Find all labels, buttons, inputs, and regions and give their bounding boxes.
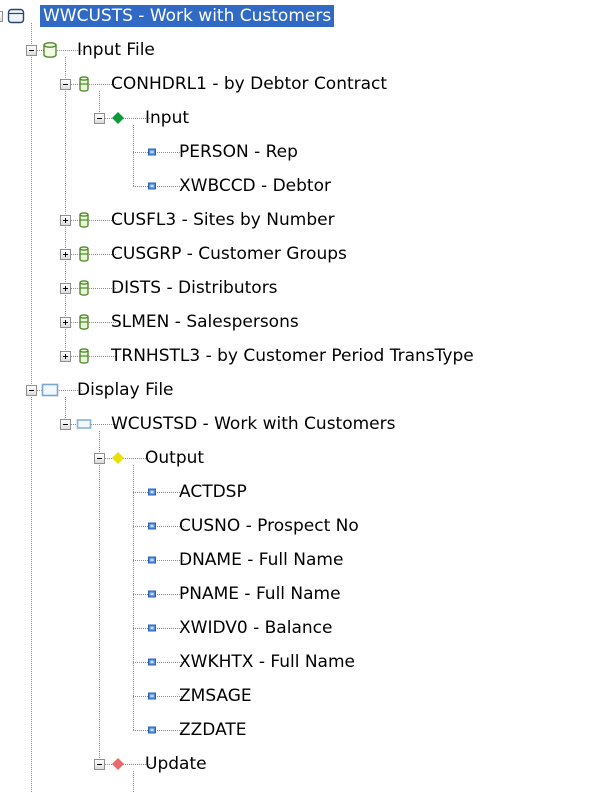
file-cylinder-icon xyxy=(75,245,93,263)
field-icon xyxy=(143,517,161,535)
tree-node-xwbccd[interactable]: XWBCCD - Debtor xyxy=(0,171,589,201)
tree-node-label: Input File xyxy=(77,40,155,60)
tree-node-label: ACTDSP xyxy=(179,482,247,502)
tree-node-actdsp[interactable]: ACTDSP xyxy=(0,477,589,507)
tree-node-label: Update xyxy=(145,754,207,774)
tree-node-label: WWCUSTS - Work with Customers xyxy=(40,5,335,27)
tree-node-xwkhtx[interactable]: XWKHTX - Full Name xyxy=(0,647,589,677)
field-icon xyxy=(143,653,161,671)
expand-toggle[interactable] xyxy=(60,215,71,226)
collapse-toggle[interactable] xyxy=(94,453,105,464)
file-cylinder-icon xyxy=(75,313,93,331)
tree-node-zmsage[interactable]: ZMSAGE xyxy=(0,681,589,711)
tree-node-conhdrl1[interactable]: CONHDRL1 - by Debtor Contract xyxy=(0,69,589,99)
tree-node-label: TRNHSTL3 - by Customer Period TransType xyxy=(111,346,474,366)
yellow-diamond-icon xyxy=(109,449,127,467)
tree-node-label: CUSFL3 - Sites by Number xyxy=(111,210,335,230)
collapse-toggle[interactable] xyxy=(94,759,105,770)
tree-node-output[interactable]: Output xyxy=(0,443,589,473)
tree-node-xwidv0[interactable]: XWIDV0 - Balance xyxy=(0,613,589,643)
collapse-toggle[interactable] xyxy=(0,11,3,22)
tree-node-label: SLMEN - Salespersons xyxy=(111,312,299,332)
tree-node-label: DNAME - Full Name xyxy=(179,550,344,570)
collapse-toggle[interactable] xyxy=(94,113,105,124)
file-cylinder-icon xyxy=(75,279,93,297)
expand-toggle[interactable] xyxy=(60,249,71,260)
field-icon xyxy=(143,551,161,569)
tree-node-label: PNAME - Full Name xyxy=(179,584,341,604)
tree-node-label: Input xyxy=(145,108,190,128)
collapse-toggle[interactable] xyxy=(26,385,37,396)
tree-node-zzdate[interactable]: ZZDATE xyxy=(0,715,589,745)
tree-node-label: Output xyxy=(145,448,205,468)
display-format-icon xyxy=(75,415,93,433)
field-icon xyxy=(143,721,161,739)
collapse-toggle[interactable] xyxy=(60,79,71,90)
collapse-toggle[interactable] xyxy=(60,419,71,430)
tree-node-cusno[interactable]: CUSNO - Prospect No xyxy=(0,511,589,541)
display-icon xyxy=(41,381,59,399)
tree-node-label: DISTS - Distributors xyxy=(111,278,278,298)
tree-node-label: PERSON - Rep xyxy=(179,142,298,162)
tree-node-label: XWKHTX - Full Name xyxy=(179,652,355,672)
field-icon xyxy=(143,483,161,501)
red-diamond-icon xyxy=(109,755,127,773)
expand-toggle[interactable] xyxy=(60,283,71,294)
tree-node-person[interactable]: PERSON - Rep xyxy=(0,137,589,167)
tree-node-label: ZZDATE xyxy=(179,720,247,740)
tree-node-dname[interactable]: DNAME - Full Name xyxy=(0,545,589,575)
tree-node-dists[interactable]: DISTS - Distributors xyxy=(0,273,589,303)
tree-node-trnhstl3[interactable]: TRNHSTL3 - by Customer Period TransType xyxy=(0,341,589,371)
database-icon xyxy=(41,41,59,59)
tree-node-cusgrp[interactable]: CUSGRP - Customer Groups xyxy=(0,239,589,269)
expand-toggle[interactable] xyxy=(60,351,71,362)
tree-node-label: ZMSAGE xyxy=(179,686,252,706)
tree-node-pname[interactable]: PNAME - Full Name xyxy=(0,579,589,609)
tree-node-label: CUSGRP - Customer Groups xyxy=(111,244,347,264)
file-cylinder-icon xyxy=(75,211,93,229)
field-icon xyxy=(143,177,161,195)
field-icon xyxy=(143,585,161,603)
field-icon xyxy=(143,619,161,637)
tree-node-cusfl3[interactable]: CUSFL3 - Sites by Number xyxy=(0,205,589,235)
expand-toggle[interactable] xyxy=(60,317,71,328)
field-icon xyxy=(143,143,161,161)
field-icon xyxy=(143,687,161,705)
tree-node-label: Display File xyxy=(77,380,174,400)
tree-node-label: CONHDRL1 - by Debtor Contract xyxy=(111,74,388,94)
tree-node-label: WCUSTSD - Work with Customers xyxy=(111,414,396,434)
tree-node-update[interactable]: Update xyxy=(0,749,589,779)
tree-node-input[interactable]: Input xyxy=(0,103,589,133)
tree-node-label: XWBCCD - Debtor xyxy=(179,176,331,196)
program-icon xyxy=(7,7,25,25)
tree-node-input-file[interactable]: Input File xyxy=(0,35,589,65)
tree-node-wcustsd[interactable]: WCUSTSD - Work with Customers xyxy=(0,409,589,439)
file-cylinder-icon xyxy=(75,75,93,93)
tree-node-display-file[interactable]: Display File xyxy=(0,375,589,405)
green-diamond-icon xyxy=(109,109,127,127)
collapse-toggle[interactable] xyxy=(26,45,37,56)
file-cylinder-icon xyxy=(75,347,93,365)
tree-node-root[interactable]: WWCUSTS - Work with Customers xyxy=(0,1,589,31)
tree-node-label: CUSNO - Prospect No xyxy=(179,516,359,536)
tree-node-label: XWIDV0 - Balance xyxy=(179,618,333,638)
tree-node-slmen[interactable]: SLMEN - Salespersons xyxy=(0,307,589,337)
tree-view[interactable]: WWCUSTS - Work with Customers Input File C… xyxy=(0,0,589,792)
